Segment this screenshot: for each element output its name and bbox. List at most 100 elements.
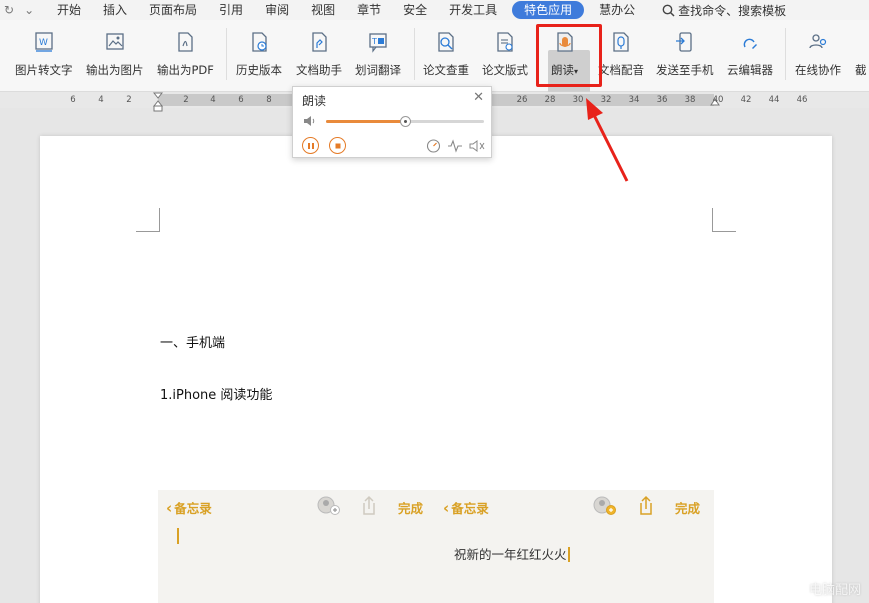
ruler-number: 2 [183, 95, 189, 105]
chevron-left-icon: ‹ [443, 498, 450, 517]
note-text: 祝新的一年红红火火 [454, 544, 570, 563]
online-collab-label: 在线协作 [795, 63, 841, 77]
read-aloud-popup[interactable]: 朗读 ✕ [292, 86, 492, 158]
image-to-text-label: 图片转文字 [15, 63, 73, 77]
ruler-number: 44 [768, 95, 780, 105]
doc-voice-button[interactable]: 文档配音 [598, 30, 644, 78]
doc-voice-icon [610, 30, 632, 54]
margin-corner-mark [136, 208, 160, 232]
document-page[interactable]: 一、手机端 1.iPhone 阅读功能 ‹ 备忘录 完成 ‹ 备忘录 完成 祝新… [40, 136, 832, 603]
ruler-number: 42 [740, 95, 752, 105]
highlight-box [536, 24, 602, 87]
online-collab-button[interactable]: 在线协作 [795, 30, 841, 78]
notes-back-label: 备忘录 [174, 501, 212, 516]
notes-back-link: ‹ 备忘录 [443, 498, 489, 517]
ruler-number: 28 [544, 95, 556, 105]
doc-voice-label: 文档配音 [598, 63, 644, 77]
image-to-text-icon: W [33, 30, 55, 54]
tab-start[interactable]: 开始 [46, 0, 92, 20]
volume-slider-knob[interactable] [399, 116, 411, 127]
export-image-label: 输出为图片 [86, 63, 144, 77]
export-pdf-label: 输出为PDF [157, 63, 214, 77]
ruler-number: 36 [656, 95, 668, 105]
volume-slider-fill [326, 120, 405, 123]
tab-view[interactable]: 视图 [300, 0, 346, 20]
popup-title: 朗读 [302, 94, 327, 108]
tab-page-layout[interactable]: 页面布局 [138, 0, 208, 20]
tab-developer[interactable]: 开发工具 [438, 0, 508, 20]
tab-smart-office[interactable]: 慧办公 [588, 0, 646, 20]
tab-security[interactable]: 安全 [392, 0, 438, 20]
tab-special-apps[interactable]: 特色应用 [512, 1, 585, 19]
export-image-icon [104, 30, 126, 54]
command-search[interactable]: 查找命令、搜索模板 [662, 2, 786, 19]
send-to-phone-button[interactable]: 发送至手机 [656, 30, 714, 78]
screenshot-label: 截 [855, 63, 867, 77]
tab-review[interactable]: 审阅 [254, 0, 300, 20]
add-person-icon [317, 496, 340, 515]
history-button[interactable]: 历史版本 [236, 30, 282, 78]
cloud-editor-icon [739, 30, 761, 54]
close-icon[interactable]: ✕ [473, 90, 484, 105]
history-label: 历史版本 [236, 63, 282, 77]
doc-assistant-icon [308, 30, 330, 54]
menubar-left-icons: ↻ ⌄ [0, 3, 46, 17]
stop-button[interactable] [329, 137, 346, 154]
pause-button[interactable] [302, 137, 319, 154]
history-icon [248, 30, 270, 54]
speed-icon[interactable] [426, 139, 441, 153]
ruler-number: 30 [572, 95, 584, 105]
indent-marker-icon[interactable] [153, 92, 163, 112]
pause-icon [307, 142, 314, 149]
cloud-editor-label: 云编辑器 [727, 63, 773, 77]
cloud-editor-button[interactable]: 云编辑器 [727, 30, 773, 78]
document-subheading[interactable]: 1.iPhone 阅读功能 [160, 384, 272, 403]
ruler-number: 40 [712, 95, 724, 105]
svg-text:W: W [39, 38, 48, 48]
translate-label: 划词翻译 [355, 63, 401, 77]
export-pdf-button[interactable]: 输出为PDF [157, 30, 214, 78]
screenshot-button[interactable]: 截 [855, 30, 869, 78]
plagiarism-check-label: 论文查重 [423, 63, 469, 77]
tab-chapter[interactable]: 章节 [346, 0, 392, 20]
plagiarism-check-button[interactable]: 论文查重 [423, 30, 469, 78]
menu-bar: ↻ ⌄ 开始 插入 页面布局 引用 审阅 视图 章节 安全 开发工具 特色应用 … [0, 0, 869, 20]
ruler-number: 6 [238, 95, 244, 105]
volume-slider[interactable] [326, 116, 484, 127]
paper-format-label: 论文版式 [482, 63, 528, 77]
text-cursor [567, 547, 570, 562]
text-cursor [177, 528, 179, 544]
search-icon [662, 4, 675, 17]
ruler-number: 38 [684, 95, 696, 105]
tab-insert[interactable]: 插入 [92, 0, 138, 20]
svg-text:T: T [371, 37, 377, 46]
embedded-phone-screenshot[interactable]: ‹ 备忘录 完成 ‹ 备忘录 完成 祝新的一年红红火火 [158, 490, 714, 603]
margin-corner-mark [712, 208, 736, 232]
image-to-text-button[interactable]: W 图片转文字 [15, 30, 73, 78]
paper-format-button[interactable]: 论文版式 [482, 30, 528, 78]
notes-done-label: 完成 [398, 501, 424, 516]
doc-assistant-button[interactable]: 文档助手 [296, 30, 342, 78]
share-icon [363, 495, 375, 515]
toolbar-separator [785, 28, 786, 80]
chevron-left-icon: ‹ [166, 498, 173, 517]
voice-settings-icon[interactable] [469, 139, 485, 153]
plagiarism-check-icon [435, 30, 457, 54]
notes-done-label: 完成 [675, 501, 701, 516]
translate-button[interactable]: T 划词翻译 [355, 30, 401, 78]
ruler-number: 46 [796, 95, 808, 105]
tab-references[interactable]: 引用 [208, 0, 254, 20]
document-heading[interactable]: 一、手机端 [160, 332, 225, 351]
redo-icon[interactable]: ↻ [4, 3, 14, 17]
export-image-button[interactable]: 输出为图片 [86, 30, 144, 78]
ruler-number: 26 [516, 95, 528, 105]
chevron-down-icon[interactable]: ⌄ [24, 3, 34, 17]
ruler-number: 2 [126, 95, 132, 105]
ruler-number: 4 [98, 95, 104, 105]
voice-wave-icon[interactable] [447, 139, 463, 153]
notes-back-label: 备忘录 [451, 501, 489, 516]
notes-back-link: ‹ 备忘录 [166, 498, 212, 517]
share-icon [640, 495, 652, 515]
ruler-number: 6 [70, 95, 76, 105]
send-to-phone-label: 发送至手机 [656, 63, 714, 77]
